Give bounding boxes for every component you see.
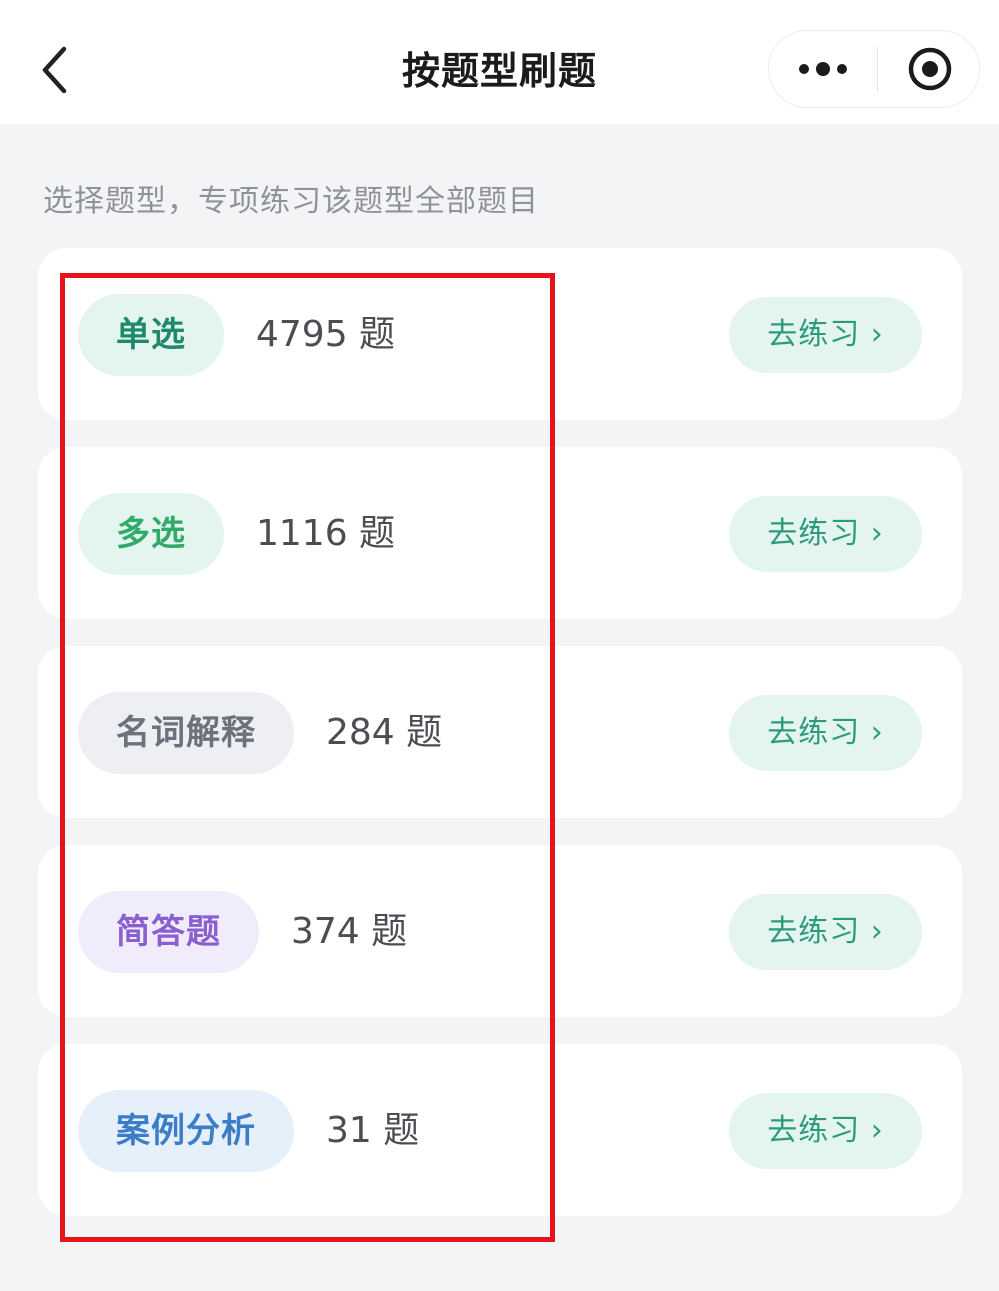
category-tag: 多选 [78, 493, 224, 575]
category-card: 多选 1116 题 去练习 › [38, 447, 962, 619]
more-button[interactable] [769, 31, 877, 107]
navigation-bar: 按题型刷题 [0, 0, 999, 124]
question-count: 31 题 [326, 1110, 420, 1151]
question-count: 4795 题 [256, 314, 396, 355]
close-miniprogram-button[interactable] [878, 31, 981, 107]
category-card: 案例分析 31 题 去练习 › [38, 1044, 962, 1216]
question-count: 284 题 [326, 712, 443, 753]
practice-button[interactable]: 去练习 › [729, 496, 922, 572]
target-circle-icon [908, 47, 951, 91]
category-tag: 名词解释 [78, 692, 294, 774]
practice-button[interactable]: 去练习 › [729, 894, 922, 970]
more-dots-icon [799, 62, 847, 76]
mini-program-capsule [768, 30, 980, 108]
question-count: 374 题 [291, 911, 408, 952]
practice-button[interactable]: 去练习 › [729, 1093, 922, 1169]
question-count: 1116 题 [256, 513, 396, 554]
category-card: 名词解释 284 题 去练习 › [38, 646, 962, 818]
practice-button[interactable]: 去练习 › [729, 695, 922, 771]
category-card: 简答题 374 题 去练习 › [38, 845, 962, 1017]
category-card: 单选 4795 题 去练习 › [38, 248, 962, 420]
page-hint: 选择题型，专项练习该题型全部题目 [43, 184, 539, 219]
practice-button[interactable]: 去练习 › [729, 297, 922, 373]
category-tag: 案例分析 [78, 1090, 294, 1172]
category-tag: 简答题 [78, 891, 259, 973]
category-tag: 单选 [78, 294, 224, 376]
